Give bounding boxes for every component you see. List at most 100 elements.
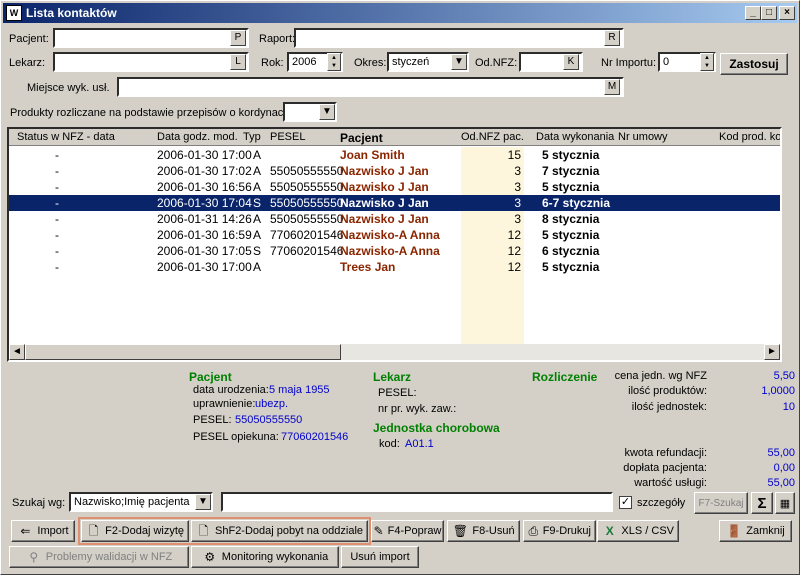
table-row[interactable]: - 2006-01-30 17:02 A 55050555550 Nazwisko J … bbox=[9, 163, 780, 179]
szczegoly-checkbox[interactable]: ✓ bbox=[619, 496, 632, 509]
odnfz-pick-button[interactable]: K bbox=[563, 54, 579, 70]
minimize-button[interactable]: _ bbox=[745, 6, 761, 20]
cell-status: - bbox=[55, 180, 59, 194]
col-odnfz[interactable]: Od.NFZ pac. bbox=[461, 131, 524, 143]
raport-input[interactable] bbox=[294, 28, 624, 48]
zastosuj-button[interactable]: Zastosuj bbox=[720, 53, 788, 75]
import-button[interactable]: ⇐ Import bbox=[11, 520, 75, 542]
cell-odnfz: 12 bbox=[507, 228, 521, 242]
pacjent-pesel-value: 55050555550 bbox=[235, 414, 303, 426]
sigma-button[interactable]: Σ bbox=[751, 492, 773, 514]
chevron-down-icon[interactable]: ▼ bbox=[451, 54, 467, 70]
xls-csv-button[interactable]: X XLS / CSV bbox=[597, 520, 679, 542]
jednostka-header: Jednostka chorobowa bbox=[373, 421, 500, 435]
cell-pesel: 55050555550 bbox=[270, 164, 344, 178]
f8-delete-button[interactable]: 🗑 F8-Usuń bbox=[447, 520, 520, 542]
chevron-down-icon[interactable]: ▼ bbox=[195, 494, 211, 510]
f4-edit-button[interactable]: ✎ F4-Popraw bbox=[371, 520, 444, 542]
cell-odnfz: 15 bbox=[507, 148, 521, 162]
document-icon: 🗋 bbox=[88, 524, 99, 538]
cell-typ: A bbox=[253, 180, 262, 194]
cell-odnfz: 3 bbox=[514, 196, 521, 210]
ilosc-jedn-label: ilość jednostek: bbox=[631, 401, 707, 413]
table-row[interactable]: - 2006-01-30 16:56 A 55050555550 Nazwisko J … bbox=[9, 179, 780, 195]
cell-pesel: 55050555550 bbox=[270, 196, 344, 210]
miejsce-input[interactable] bbox=[117, 77, 624, 97]
table-row[interactable]: - 2006-01-31 14:26 A 55050555550 Nazwisko J … bbox=[9, 211, 780, 227]
pesel-opiekuna-label: PESEL opiekuna: bbox=[193, 431, 279, 443]
cell-pacjent: Nazwisko J Jan bbox=[340, 164, 429, 178]
trash-icon: 🗑 bbox=[452, 524, 469, 538]
title-bar[interactable]: W Lista kontaktów _ □ × bbox=[3, 3, 797, 23]
excel-icon: X bbox=[605, 524, 614, 538]
szukaj-label: Szukaj wg: bbox=[12, 497, 66, 509]
cena-label: cena jedn. wg NFZ bbox=[614, 370, 707, 382]
zamknij-button[interactable]: 🚪 Zamknij bbox=[719, 520, 792, 542]
lekarz-header: Lekarz bbox=[373, 370, 412, 384]
lekarz-label: Lekarz: bbox=[9, 57, 46, 69]
data-ur-label: data urodzenia: bbox=[193, 384, 269, 396]
table-row[interactable]: - 2006-01-30 17:00 A Trees Jan 12 5 stycznia bbox=[9, 259, 780, 275]
search-mode-select[interactable]: Nazwisko;Imię pacjenta bbox=[69, 492, 213, 512]
pacjent-header: Pacjent bbox=[189, 370, 232, 384]
scroll-thumb[interactable] bbox=[780, 149, 782, 269]
table-row[interactable]: - 2006-01-30 17:04 S 55050555550 Nazwisko J … bbox=[9, 195, 780, 211]
col-umowa[interactable]: Nr umowy bbox=[618, 131, 668, 143]
horizontal-scrollbar[interactable]: ◄ ► bbox=[9, 344, 780, 360]
lekarz-input[interactable] bbox=[53, 52, 249, 72]
rok-spinner[interactable]: ▲ ▼ bbox=[327, 53, 341, 71]
cell-wykonania: 5 stycznia bbox=[542, 228, 600, 242]
problemy-walidacji-button[interactable]: ⚲ Problemy walidacji w NFZ bbox=[9, 546, 189, 568]
pacjent-pick-button[interactable]: P bbox=[230, 30, 246, 46]
table-row[interactable]: - 2006-01-30 17:00 A Joan Smith 15 5 stycznia bbox=[9, 147, 780, 163]
scroll-right-icon[interactable]: ► bbox=[764, 344, 780, 360]
col-kod[interactable]: Kod prod. ko bbox=[719, 131, 780, 143]
edit-icon: ✎ bbox=[373, 524, 384, 538]
col-wykonania[interactable]: Data wykonania bbox=[536, 131, 614, 143]
doplata-value: 0,00 bbox=[773, 462, 795, 474]
maximize-button[interactable]: □ bbox=[761, 6, 777, 20]
chevron-down-icon[interactable]: ▼ bbox=[319, 104, 335, 120]
cell-typ: S bbox=[253, 196, 262, 210]
contacts-table[interactable]: Status w NFZ - data Data godz. mod. Typ … bbox=[7, 127, 782, 362]
table-row[interactable]: - 2006-01-30 16:59 A 77060201546 Nazwisko-A … bbox=[9, 227, 780, 243]
col-pacjent[interactable]: Pacjent bbox=[340, 131, 383, 145]
table-row[interactable]: - 2006-01-30 17:05 S 77060201546 Nazwisko-A … bbox=[9, 243, 780, 259]
col-status[interactable]: Status w NFZ - data bbox=[17, 131, 115, 143]
cell-wykonania: 6-7 stycznia bbox=[542, 196, 611, 210]
f9-print-button[interactable]: ⎙ F9-Drukuj bbox=[523, 520, 596, 542]
raport-pick-button[interactable]: R bbox=[604, 30, 620, 46]
raport-label: Raport: bbox=[259, 33, 296, 45]
cell-pesel: 77060201546 bbox=[270, 244, 344, 258]
miejsce-pick-button[interactable]: M bbox=[604, 79, 620, 95]
shf2-add-stay-button[interactable]: 🗋 ShF2-Dodaj pobyt na oddziale bbox=[191, 520, 368, 542]
vertical-scrollbar[interactable]: ▲ bbox=[780, 129, 782, 356]
col-typ[interactable]: Typ bbox=[243, 131, 261, 143]
f2-add-visit-button[interactable]: 🗋 F2-Dodaj wizytę bbox=[81, 520, 189, 542]
kwota-label: kwota refundacji: bbox=[624, 447, 707, 459]
kod-label: kod: bbox=[379, 438, 400, 450]
col-data[interactable]: Data godz. mod. bbox=[157, 131, 238, 143]
lekarz-pick-button[interactable]: L bbox=[230, 54, 246, 70]
monitoring-button[interactable]: ⚙ Monitoring wykonania bbox=[191, 546, 339, 568]
cena-value: 5,50 bbox=[773, 370, 795, 382]
close-button[interactable]: × bbox=[779, 6, 795, 20]
nrimportu-spinner[interactable]: ▲ ▼ bbox=[700, 53, 714, 71]
h-scroll-thumb[interactable] bbox=[25, 344, 341, 360]
odnfz-label: Od.NFZ: bbox=[475, 57, 518, 69]
cell-data: 2006-01-30 17:02 bbox=[157, 164, 252, 178]
f7-search-button[interactable]: F7-Szukaj bbox=[694, 492, 748, 514]
cell-pacjent: Joan Smith bbox=[340, 148, 405, 162]
app-icon: W bbox=[6, 5, 22, 21]
usun-import-button[interactable]: Usuń import bbox=[341, 546, 419, 568]
okres-label: Okres: bbox=[354, 57, 387, 69]
pacjent-pesel-label: PESEL: bbox=[193, 414, 232, 426]
search-input[interactable] bbox=[221, 492, 613, 512]
main-window: W Lista kontaktów _ □ × Pacjent: P Rapor… bbox=[0, 0, 800, 575]
pacjent-input[interactable] bbox=[53, 28, 249, 48]
col-pesel[interactable]: PESEL bbox=[270, 131, 305, 143]
calculator-icon[interactable]: ▦ bbox=[775, 492, 795, 514]
scroll-up-icon[interactable]: ▲ bbox=[780, 129, 782, 145]
scroll-left-icon[interactable]: ◄ bbox=[9, 344, 25, 360]
window-title: Lista kontaktów bbox=[26, 6, 117, 20]
